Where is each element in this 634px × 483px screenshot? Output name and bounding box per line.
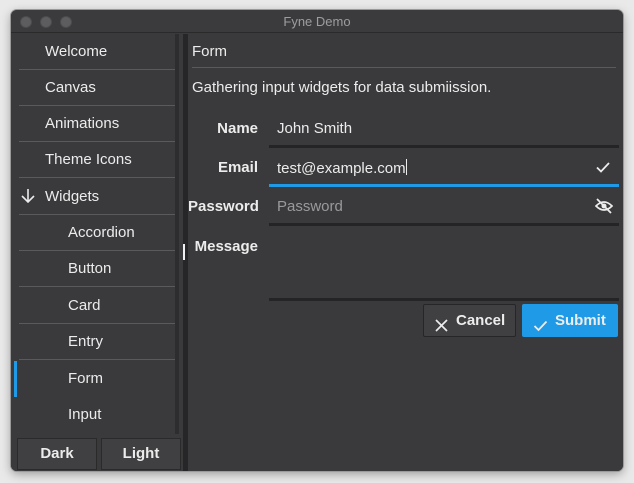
- text-caret: [405, 159, 407, 175]
- arrow-down-icon: [21, 188, 35, 209]
- email-value: test@example.com: [277, 160, 406, 177]
- name-field[interactable]: John Smith: [269, 112, 619, 148]
- check-icon: [533, 313, 548, 332]
- close-icon: [434, 313, 449, 332]
- field-underline: [269, 223, 619, 226]
- sidebar-item-label: Canvas: [45, 79, 96, 96]
- selection-indicator: [14, 361, 17, 397]
- sidebar-item-entry[interactable]: Entry: [19, 324, 179, 360]
- password-label: Password: [188, 198, 259, 215]
- submit-label: Submit: [555, 312, 606, 329]
- split-handle[interactable]: [183, 244, 185, 260]
- eye-off-icon[interactable]: [594, 198, 614, 214]
- sidebar-item-button[interactable]: Button: [19, 251, 179, 287]
- app-window: Fyne Demo Welcome Canvas Animations Them…: [11, 10, 623, 471]
- title-bar: Fyne Demo: [11, 10, 623, 33]
- intro-text: Gathering input widgets for data submiis…: [192, 79, 492, 96]
- name-value: John Smith: [277, 120, 353, 137]
- sidebar-item-label: Widgets: [45, 188, 100, 205]
- cancel-button[interactable]: Cancel: [423, 304, 516, 337]
- sidebar-item-label: Animations: [45, 115, 120, 132]
- submit-button[interactable]: Submit: [522, 304, 618, 337]
- cancel-label: Cancel: [456, 312, 506, 329]
- field-underline: [269, 298, 619, 301]
- sidebar-item-form[interactable]: Form: [14, 361, 179, 397]
- email-field[interactable]: test@example.com: [269, 151, 619, 187]
- dark-theme-button[interactable]: Dark: [17, 438, 97, 470]
- divider: [192, 67, 616, 68]
- theme-switcher: Dark Light: [11, 434, 183, 471]
- name-label: Name: [217, 120, 258, 137]
- field-underline: [269, 184, 619, 187]
- sidebar: Welcome Canvas Animations Theme Icons Wi…: [11, 34, 183, 471]
- sidebar-item-label: Welcome: [45, 43, 108, 60]
- sidebar-item-label: Button: [68, 260, 112, 277]
- password-field[interactable]: Password: [269, 190, 619, 226]
- sidebar-item-card[interactable]: Card: [19, 288, 179, 324]
- sidebar-item-input[interactable]: Input: [19, 397, 179, 433]
- page-title: Form: [192, 43, 227, 60]
- sidebar-item-theme-icons[interactable]: Theme Icons: [19, 142, 179, 178]
- email-value-wrap: test@example.com: [277, 159, 407, 177]
- sidebar-item-accordion[interactable]: Accordion: [19, 215, 179, 251]
- field-underline: [269, 145, 619, 148]
- sidebar-scrollbar[interactable]: [175, 34, 179, 434]
- email-label: Email: [217, 159, 258, 176]
- check-icon: [595, 159, 611, 175]
- sidebar-item-canvas[interactable]: Canvas: [19, 70, 179, 106]
- sidebar-item-label: Theme Icons: [45, 151, 132, 168]
- sidebar-item-widgets[interactable]: Widgets: [19, 179, 179, 215]
- sidebar-item-welcome[interactable]: Welcome: [19, 34, 179, 70]
- sidebar-item-label: Input: [68, 406, 102, 423]
- main-content: Form Gathering input widgets for data su…: [188, 34, 623, 471]
- sidebar-item-label: Accordion: [68, 224, 135, 241]
- light-theme-button[interactable]: Light: [101, 438, 181, 470]
- message-field[interactable]: [269, 230, 619, 301]
- sidebar-item-label: Card: [68, 297, 101, 314]
- sidebar-item-animations[interactable]: Animations: [19, 106, 179, 142]
- password-placeholder: Password: [277, 198, 343, 215]
- window-title: Fyne Demo: [283, 14, 351, 29]
- sidebar-item-label: Form: [68, 370, 103, 387]
- sidebar-item-label: Entry: [68, 333, 104, 350]
- message-label: Message: [194, 238, 258, 255]
